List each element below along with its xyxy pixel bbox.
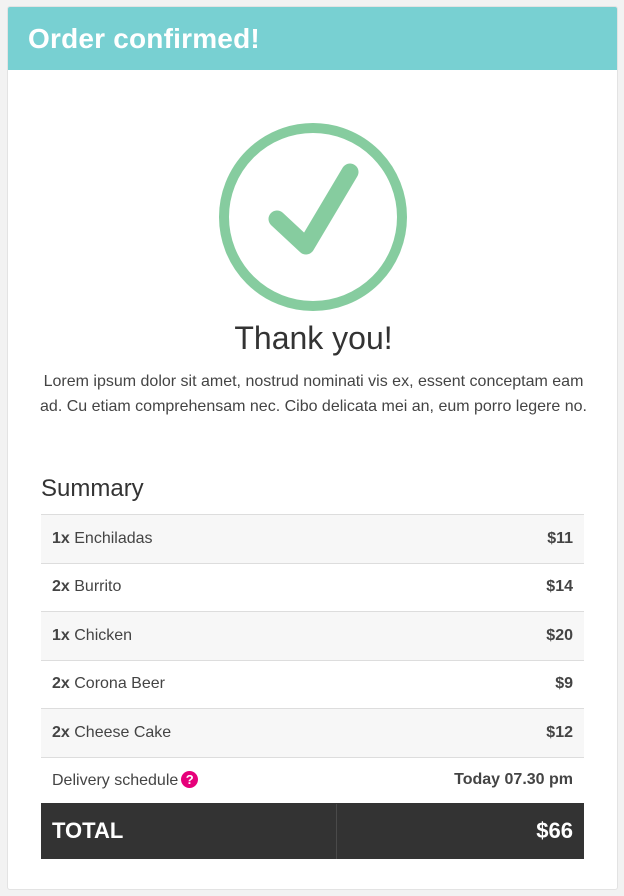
item-price: $9 bbox=[336, 659, 584, 709]
table-row: 2x Cheese Cake $12 bbox=[41, 708, 584, 757]
item-name: Cheese Cake bbox=[74, 723, 172, 741]
item-price: $11 bbox=[336, 514, 584, 563]
card-header: Order confirmed! bbox=[8, 7, 617, 70]
table-row: 1x Enchiladas $11 bbox=[41, 514, 584, 563]
item-qty: 1x bbox=[52, 626, 70, 644]
summary-table: 1x Enchiladas $11 2x Burrito $14 1x Chic… bbox=[41, 514, 584, 859]
item-name: Corona Beer bbox=[74, 675, 165, 693]
table-row: 1x Chicken $20 bbox=[41, 611, 584, 660]
item-cell: 1x Chicken bbox=[41, 611, 337, 660]
item-qty: 2x bbox=[52, 723, 70, 741]
total-row: TOTAL $66 bbox=[41, 802, 584, 859]
item-price: $20 bbox=[336, 611, 584, 660]
item-price: $14 bbox=[336, 562, 584, 612]
item-cell: 1x Enchiladas bbox=[41, 514, 337, 563]
page-title: Order confirmed! bbox=[28, 22, 260, 54]
delivery-cell: Delivery schedule? bbox=[41, 756, 337, 803]
item-cell: 2x Cheese Cake bbox=[41, 708, 337, 757]
table-row: 2x Corona Beer $9 bbox=[41, 659, 584, 709]
item-qty: 2x bbox=[52, 578, 70, 596]
delivery-label: Delivery schedule bbox=[52, 771, 179, 789]
item-name: Chicken bbox=[74, 626, 133, 644]
item-name: Burrito bbox=[74, 578, 122, 596]
item-qty: 1x bbox=[52, 529, 70, 547]
item-name: Enchiladas bbox=[74, 529, 153, 547]
delivery-value: Today 07.30 pm bbox=[336, 756, 584, 803]
item-qty: 2x bbox=[52, 675, 70, 693]
item-cell: 2x Burrito bbox=[41, 562, 337, 612]
item-cell: 2x Corona Beer bbox=[41, 659, 337, 709]
item-price: $12 bbox=[336, 708, 584, 757]
summary-title: Summary bbox=[41, 475, 144, 502]
confirmation-message: Lorem ipsum dolor sit amet, nostrud nomi… bbox=[40, 373, 587, 415]
question-circle-icon[interactable]: ? bbox=[181, 770, 199, 788]
delivery-row: Delivery schedule? Today 07.30 pm bbox=[41, 756, 584, 803]
total-value: $66 bbox=[336, 802, 584, 859]
total-label: TOTAL bbox=[41, 802, 337, 859]
thank-you-heading: Thank you! bbox=[234, 320, 393, 356]
table-row: 2x Burrito $14 bbox=[41, 562, 584, 612]
order-confirmation-card: Order confirmed! Thank you! Lorem ipsum … bbox=[7, 6, 618, 890]
check-circle-icon bbox=[219, 123, 407, 311]
